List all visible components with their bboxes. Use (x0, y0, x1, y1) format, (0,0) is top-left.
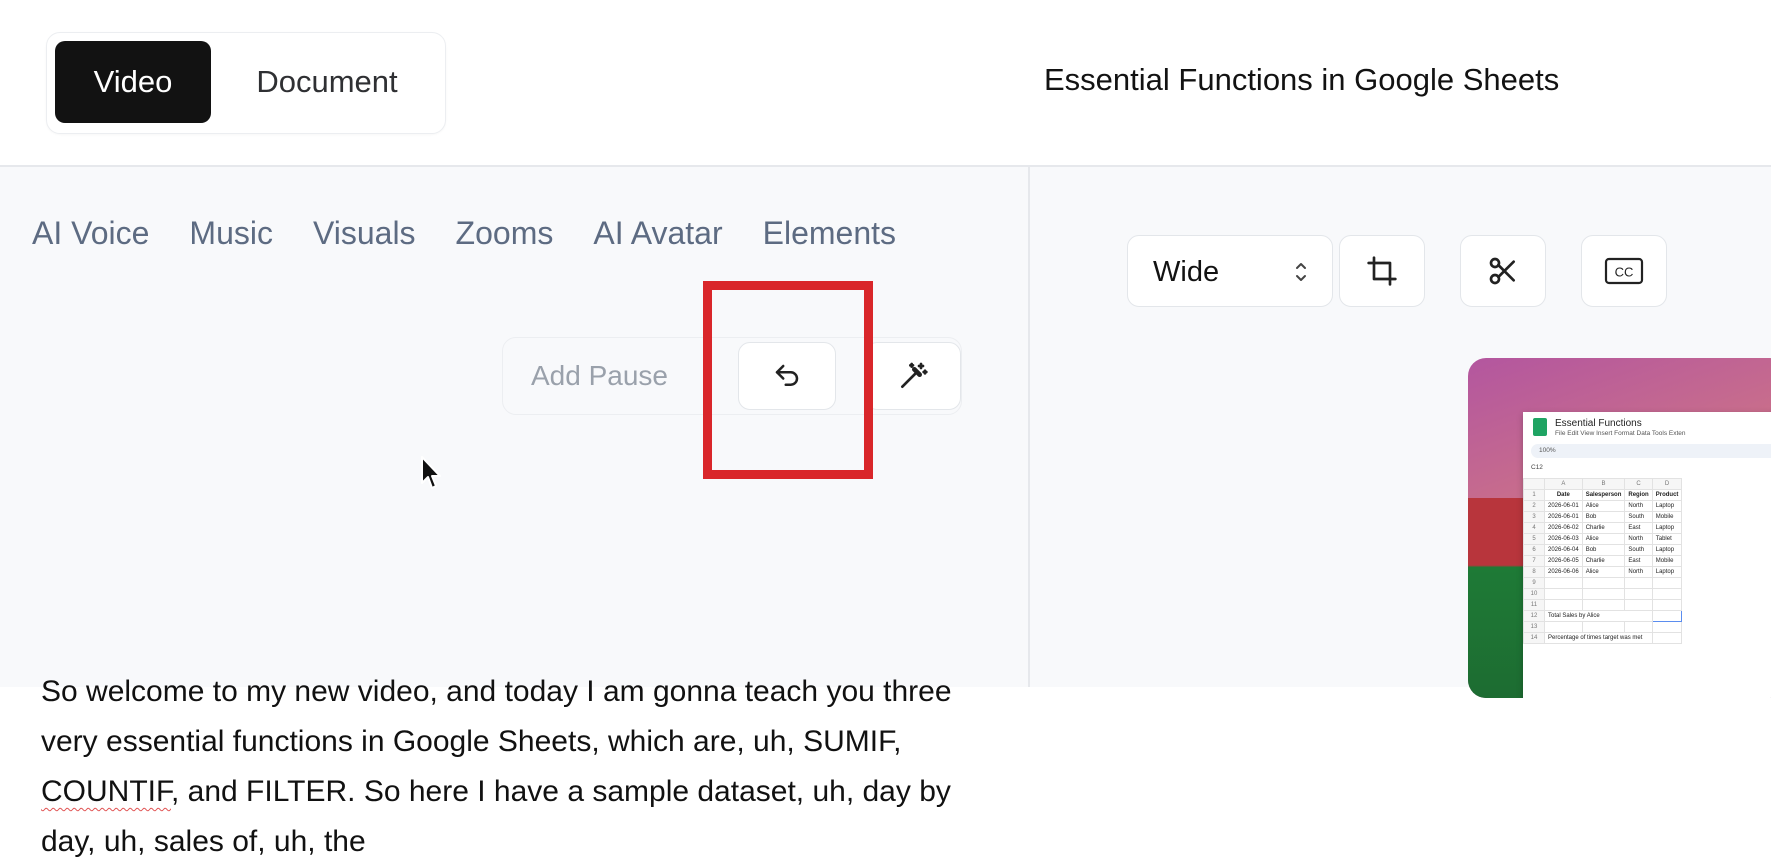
document-mode-button[interactable]: Document (222, 41, 432, 123)
preview-panel: Wide CC Essential Functions File Edit Vi… (1030, 167, 1771, 698)
tab-visuals[interactable]: Visuals (313, 215, 416, 252)
tab-elements[interactable]: Elements (763, 215, 896, 252)
spreadsheet-screenshot: Essential Functions File Edit View Inser… (1523, 412, 1771, 698)
scissors-icon (1489, 257, 1515, 285)
tab-zooms[interactable]: Zooms (456, 215, 554, 252)
sheet-cell-ref: C12 (1531, 464, 1543, 471)
transcript-toolbar: Add Pause (502, 337, 962, 415)
aspect-ratio-value: Wide (1153, 255, 1220, 288)
project-title[interactable]: Essential Functions in Google Sheets (1044, 62, 1559, 98)
sheet-table: A B C D 1 Date Salesperson Region Produc… (1523, 478, 1683, 644)
sheet-toolbar: 100% (1531, 444, 1771, 458)
magic-wand-icon (901, 362, 928, 388)
crop-button[interactable] (1339, 235, 1425, 307)
svg-text:CC: CC (1615, 265, 1634, 280)
mouse-cursor-icon (421, 456, 441, 489)
add-pause-button[interactable]: Add Pause (531, 338, 668, 414)
tab-music[interactable]: Music (189, 215, 273, 252)
transcript-part-2: , and FILTER. So here I have a sample da… (41, 775, 951, 858)
chevron-up-down-icon (1296, 263, 1306, 281)
captions-icon: CC (1604, 257, 1644, 285)
video-preview[interactable]: Essential Functions File Edit View Inser… (1468, 358, 1771, 698)
aspect-ratio-select[interactable]: Wide (1127, 235, 1333, 307)
sheets-logo-icon (1533, 418, 1547, 436)
sheet-menu: File Edit View Insert Format Data Tools … (1555, 430, 1686, 437)
editor-panel: AI Voice Music Visuals Zooms AI Avatar E… (0, 167, 1028, 858)
cut-button[interactable] (1460, 235, 1546, 307)
tab-ai-avatar[interactable]: AI Avatar (593, 215, 722, 252)
top-bar: Video Document Essential Functions in Go… (0, 0, 1771, 167)
video-mode-button[interactable]: Video (55, 41, 211, 123)
magic-wand-button[interactable] (865, 342, 961, 410)
captions-button[interactable]: CC (1581, 235, 1667, 307)
tab-ai-voice[interactable]: AI Voice (32, 215, 149, 252)
crop-icon (1367, 256, 1397, 286)
transcript-misspelled-word: COUNTIF (41, 775, 171, 808)
editor-tabs: AI Voice Music Visuals Zooms AI Avatar E… (32, 215, 896, 252)
mode-toggle: Video Document (46, 32, 446, 134)
undo-icon (775, 364, 799, 386)
transcript-part-1: So welcome to my new video, and today I … (41, 675, 952, 758)
undo-button[interactable] (738, 342, 836, 410)
transcript-text[interactable]: So welcome to my new video, and today I … (41, 667, 981, 867)
sheet-title: Essential Functions (1555, 418, 1642, 429)
